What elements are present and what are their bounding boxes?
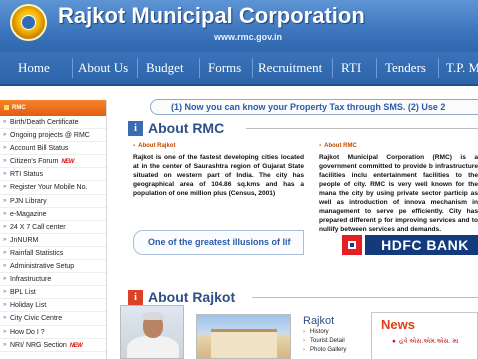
arrow-icon: »: [3, 223, 7, 230]
sidebar-item-label: JnNURM: [10, 236, 39, 244]
sidebar-heading: RMC: [0, 100, 106, 116]
sidebar-item[interactable]: » Account Bill Status: [0, 142, 106, 156]
sidebar-item[interactable]: » PJN Library: [0, 195, 106, 208]
arrow-icon: »: [3, 145, 7, 152]
sidebar-item-label: NRI/ NRG Section: [10, 341, 67, 349]
arrow-icon: »: [3, 184, 7, 191]
org-title: Rajkot Municipal Corporation: [58, 3, 365, 28]
history-link[interactable]: › History: [303, 328, 346, 337]
hdfc-bank-label: HDFC BANK: [365, 235, 478, 255]
arrow-icon: »: [3, 197, 7, 204]
news-item[interactable]: ● હવે એસ.એમ.એસ. મા: [392, 338, 459, 346]
rajkot-links-title: Rajkot: [303, 315, 335, 327]
sidebar-item-label: Birth/Death Certificate: [10, 119, 79, 126]
sidebar-item[interactable]: » City Civic Centre: [0, 312, 106, 326]
about-rajkot-subheading: ▪ About Rajkot: [133, 143, 176, 149]
arrow-icon: »: [3, 328, 7, 335]
sidebar-item[interactable]: » Ongoing projects @ RMC: [0, 129, 106, 143]
sidebar-item-label: RTI Status: [10, 171, 43, 179]
sidebar-item-label: Citizen's Forum: [10, 158, 59, 166]
nav-budget[interactable]: Budget: [146, 52, 184, 84]
sidebar-item[interactable]: » RTI Status: [0, 168, 106, 182]
arrow-icon: »: [3, 132, 7, 139]
sidebar-item[interactable]: » Register Your Mobile No.: [0, 181, 106, 195]
news-title: News: [381, 317, 415, 332]
sidebar-item-label: BPL List: [10, 289, 36, 297]
arrow-icon: »: [3, 315, 7, 322]
sidebar-item[interactable]: » 24 X 7 Call center: [0, 221, 106, 234]
sidebar-item[interactable]: » NRI/ NRG Section NEW: [0, 339, 106, 352]
nav-rti[interactable]: RTI: [341, 52, 361, 84]
photo-gallery-link[interactable]: › Photo Gallery: [303, 346, 346, 355]
news-box: News ● હવે એસ.એમ.એસ. મા: [371, 312, 478, 359]
announcement-marquee[interactable]: (1) Now you can know your Property Tax t…: [150, 99, 478, 115]
site-header: Rajkot Municipal Corporation www.rmc.gov…: [0, 0, 478, 52]
building-photo[interactable]: [196, 314, 291, 359]
sidebar-item[interactable]: » e-Magazine: [0, 208, 106, 221]
sidebar-item-label: Administrative Setup: [10, 263, 75, 271]
arrow-icon: »: [3, 249, 7, 256]
nav-forms[interactable]: Forms: [208, 52, 241, 84]
info-icon: i: [128, 121, 143, 136]
about-rajkot-heading: i About Rajkot: [128, 288, 478, 306]
sidebar: RMC » Birth/Death Certificate» Ongoing pro…: [0, 100, 107, 359]
new-badge: NEW: [69, 342, 83, 349]
quote-box[interactable]: One of the greatest illusions of lif: [133, 230, 304, 255]
sidebar-item[interactable]: » JnNURM: [0, 234, 106, 247]
rmc-logo[interactable]: [10, 4, 47, 41]
site-url: www.rmc.gov.in: [214, 32, 283, 42]
sidebar-item-label: 24 X 7 Call center: [10, 223, 66, 231]
sidebar-item-label: Rainfall Statistics: [10, 249, 64, 257]
arrow-icon: »: [3, 171, 7, 178]
about-rajkot-text: Rajkot is one of the fastest developing …: [133, 154, 304, 197]
sidebar-item[interactable]: » Infrastructure: [0, 273, 106, 287]
arrow-icon: »: [3, 276, 7, 283]
sidebar-item-label: Account Bill Status: [10, 145, 69, 153]
arrow-icon: »: [3, 341, 7, 348]
commissioner-photo: [120, 305, 184, 359]
hdfc-logo-icon: [342, 235, 362, 255]
new-badge: NEW: [61, 159, 74, 166]
sidebar-item[interactable]: » BPL List: [0, 286, 106, 300]
nav-about-us[interactable]: About Us: [78, 52, 128, 84]
nav-tp[interactable]: T.P. M: [446, 52, 478, 84]
arrow-icon: »: [3, 210, 7, 217]
nav-home[interactable]: Home: [18, 52, 50, 84]
arrow-icon: »: [3, 158, 7, 165]
sidebar-item[interactable]: » How Do I ?: [0, 326, 106, 339]
tourist-detail-link[interactable]: › Tourist Detail: [303, 337, 346, 346]
arrow-icon: »: [3, 289, 7, 296]
sidebar-item-label: Holiday List: [10, 302, 47, 310]
sidebar-item-label: City Civic Centre: [10, 315, 63, 323]
sidebar-item[interactable]: » Rainfall Statistics: [0, 247, 106, 261]
nav-tenders[interactable]: Tenders: [385, 52, 426, 84]
sidebar-item[interactable]: » Citizen's Forum NEW: [0, 155, 106, 169]
arrow-icon: »: [3, 302, 7, 309]
nav-recruitment[interactable]: Recruitment: [258, 52, 322, 84]
sidebar-item[interactable]: » Birth/Death Certificate: [0, 116, 106, 130]
sidebar-item-label: How Do I ?: [10, 328, 45, 336]
info-icon: i: [128, 290, 143, 305]
arrow-icon: »: [3, 119, 7, 125]
about-rmc-heading: i About RMC: [128, 119, 478, 137]
main-nav: Home About Us Budget Forms Recruitment R…: [0, 52, 478, 86]
main-content: (1) Now you can know your Property Tax t…: [114, 86, 478, 359]
sidebar-item[interactable]: » Administrative Setup: [0, 260, 106, 274]
sidebar-item-label: Infrastructure: [10, 276, 52, 284]
about-rmc-text: Rajkot Municipal Corporation (RMC) is a …: [319, 154, 478, 233]
arrow-icon: »: [3, 263, 7, 270]
sidebar-item-label: PJN Library: [10, 197, 47, 205]
sidebar-item-label: Register Your Mobile No.: [10, 184, 88, 192]
arrow-icon: »: [3, 236, 7, 243]
sidebar-item-label: Ongoing projects @ RMC: [10, 132, 90, 140]
rajkot-links: Rajkot › History › Tourist Detail › Photo G…: [303, 314, 346, 355]
sidebar-item[interactable]: » Holiday List: [0, 299, 106, 313]
hdfc-bank-ad[interactable]: HDFC BANK: [342, 233, 478, 257]
sidebar-item-label: e-Magazine: [10, 210, 47, 218]
about-rmc-subheading: ▪ About RMC: [319, 143, 357, 149]
bullet-icon: [4, 105, 9, 110]
